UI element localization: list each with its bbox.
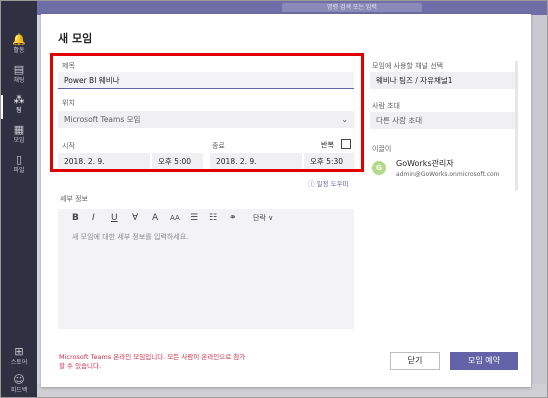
paragraph-dropdown[interactable]: 단락 ∨	[253, 212, 273, 224]
rail-item-chat[interactable]: ▤ 채팅	[1, 63, 37, 93]
calendar-icon: ▦	[13, 123, 25, 136]
italic-button[interactable]: I	[92, 212, 95, 224]
details-textarea[interactable]: 새 모임에 대한 세부 정보를 입력하세요.	[58, 227, 354, 329]
store-icon: ⊞	[14, 345, 24, 358]
rail-label: 모임	[13, 137, 25, 144]
rail-item-files[interactable]: ▯ 파일	[1, 153, 37, 183]
teams-window: 명령 검색 또는 입력 🔔 활동 ▤ 채팅 ⁂ 팀 ▦ 모임 ▯ 파일 ⊞ 스토…	[0, 0, 548, 398]
invite-input[interactable]: 다른 사람 초대	[370, 112, 515, 129]
attendee-name: GoWorks관리자	[396, 159, 454, 168]
channel-select[interactable]: 웨비나 팀즈 / 자유채널1	[370, 72, 515, 89]
rail-label: 채팅	[13, 77, 25, 84]
note-line-2: 할 수 있습니다.	[59, 362, 102, 370]
bell-icon: 🔔	[12, 33, 26, 46]
online-meeting-note: Microsoft Teams 온라인 모임입니다. 모든 사람이 온라인으로 …	[59, 353, 245, 371]
channel-label: 모임에 사용할 채널 선택	[372, 62, 444, 70]
rail-item-teams[interactable]: ⁂ 팀	[1, 93, 37, 123]
teams-icon: ⁂	[13, 93, 25, 106]
chat-icon: ▤	[13, 63, 25, 76]
avatar: G	[372, 161, 386, 175]
close-button[interactable]: 닫기	[390, 352, 440, 370]
highlight-button[interactable]: A	[152, 212, 158, 224]
top-bar: 명령 검색 또는 입력	[37, 1, 547, 15]
highlight-box	[50, 53, 364, 172]
link-button[interactable]: ⚭	[229, 212, 237, 224]
rail-item-store[interactable]: ⊞ 스토어	[1, 345, 37, 375]
rail-item-meetings[interactable]: ▦ 모임	[1, 123, 37, 153]
dialog-title: 새 모임	[58, 32, 93, 45]
rail-label: 피드백	[10, 387, 28, 394]
details-placeholder: 새 모임에 대한 세부 정보를 입력하세요.	[72, 233, 189, 241]
underline-button[interactable]: U	[111, 212, 118, 224]
file-icon: ▯	[15, 153, 23, 166]
scheduling-assistant-link[interactable]: ⓘ 일정 도우미	[308, 178, 349, 188]
schedule-meeting-button[interactable]: 모임 예약	[450, 352, 518, 370]
command-search-box[interactable]: 명령 검색 또는 입력	[282, 3, 422, 12]
organizer-label: 이끌이	[372, 145, 392, 153]
bold-button[interactable]: B	[72, 212, 79, 224]
rail-label: 활동	[13, 47, 25, 54]
rail-label: 파일	[13, 167, 25, 174]
rail-label: 스토어	[10, 359, 28, 366]
strikethrough-button[interactable]: ∀	[132, 212, 138, 224]
numbered-list-button[interactable]: ☷	[209, 212, 217, 224]
attendee-email: admin@GoWorks.onmicrosoft.com	[396, 171, 500, 178]
rail-label: 팀	[16, 107, 22, 114]
app-rail: 🔔 활동 ▤ 채팅 ⁂ 팀 ▦ 모임 ▯ 파일 ⊞ 스토어 ☺ 피드백	[1, 1, 37, 397]
feedback-icon: ☺	[13, 373, 25, 386]
bullet-list-button[interactable]: ☰	[190, 212, 198, 224]
font-size-button[interactable]: AA	[170, 212, 180, 224]
rail-item-activity[interactable]: 🔔 활동	[1, 33, 37, 63]
note-line-1: Microsoft Teams 온라인 모임입니다. 모든 사람이 온라인으로 …	[59, 353, 246, 361]
rail-item-feedback[interactable]: ☺ 피드백	[1, 373, 37, 397]
scrollbar[interactable]	[515, 61, 518, 191]
details-label: 세부 정보	[60, 195, 88, 203]
format-toolbar: B I U ∀ A AA ☰ ☷ ⚭ 단락 ∨	[58, 209, 354, 227]
invite-label: 사람 초대	[372, 102, 400, 110]
